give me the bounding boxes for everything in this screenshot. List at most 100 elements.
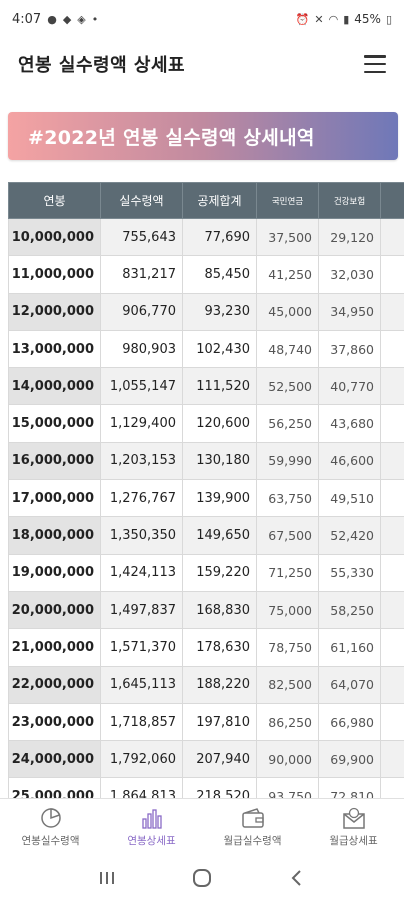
cell-total-deduction: 207,940	[182, 740, 257, 779]
header-salary: 연봉	[8, 182, 101, 219]
table-row: 24,000,0001,792,060207,94090,00069,9008,…	[8, 740, 404, 779]
cell-national-pension: 48,740	[256, 329, 319, 369]
cell-national-pension: 52,500	[256, 367, 319, 406]
nav-label: 월급실수령액	[223, 835, 282, 847]
cell-long-term-care: 4,6	[380, 329, 404, 369]
cell-national-pension: 82,500	[256, 665, 319, 704]
cell-salary: 24,000,000	[8, 740, 101, 779]
cell-total-deduction: 178,630	[182, 628, 257, 667]
status-right: ⏰ ✕ ◠ ▮ 45% ▯	[296, 12, 392, 26]
cell-net-pay: 1,571,370	[100, 628, 183, 667]
cell-health-insurance: 55,330	[318, 553, 381, 592]
cell-salary: 16,000,000	[8, 441, 101, 481]
cell-total-deduction: 159,220	[182, 553, 257, 592]
table-row: 12,000,000906,77093,23045,00034,9504,2	[8, 292, 404, 331]
cell-total-deduction: 102,430	[182, 329, 257, 369]
cell-national-pension: 67,500	[256, 516, 319, 555]
cell-total-deduction: 111,520	[182, 367, 257, 406]
cell-salary: 25,000,000	[8, 777, 101, 800]
cell-total-deduction: 139,900	[182, 479, 257, 518]
page-title: 연봉 실수령액 상세표	[18, 55, 186, 76]
table-row: 11,000,000831,21785,45041,25032,0303,9	[8, 255, 404, 294]
cell-long-term-care: 8,5	[380, 740, 404, 779]
cell-health-insurance: 52,420	[318, 516, 381, 555]
battery-level: 45%	[354, 12, 381, 26]
cell-national-pension: 45,000	[256, 292, 319, 331]
header-total-deduction: 공제합계	[182, 182, 257, 219]
table-header-row: 연봉 실수령액 공제합계 국민연금 건강보험 장기	[8, 182, 404, 219]
cell-total-deduction: 93,230	[182, 292, 257, 331]
cell-salary: 17,000,000	[8, 479, 101, 518]
cell-net-pay: 755,643	[100, 217, 183, 257]
nav-label: 연봉실수령액	[21, 835, 80, 847]
table-row: 16,000,0001,203,153130,18059,99046,6005,…	[8, 441, 404, 481]
wifi-icon: ◠	[328, 12, 339, 26]
cell-long-term-care: 3,5	[380, 217, 404, 257]
back-icon[interactable]	[282, 863, 312, 893]
recent-apps-icon[interactable]	[92, 863, 122, 893]
table-row: 20,000,0001,497,837168,83075,00058,2507,…	[8, 590, 404, 630]
nav-item-monthly-table[interactable]: 월급상세표	[303, 799, 404, 856]
cell-net-pay: 1,718,857	[100, 702, 183, 742]
cell-health-insurance: 66,980	[318, 702, 381, 742]
cell-net-pay: 1,864,813	[100, 777, 183, 800]
cell-health-insurance: 40,770	[318, 367, 381, 406]
cell-national-pension: 56,250	[256, 404, 319, 443]
cell-salary: 12,000,000	[8, 292, 101, 331]
cell-net-pay: 1,497,837	[100, 590, 183, 630]
table-row: 10,000,000755,64377,69037,50029,1203,5	[8, 217, 404, 257]
cell-long-term-care: 6,4	[380, 516, 404, 555]
cell-national-pension: 41,250	[256, 255, 319, 294]
nav-item-annual-net[interactable]: 연봉실수령액	[0, 799, 101, 856]
status-bar: 4:07 ● ◆ ◈ • ⏰ ✕ ◠ ▮ 45% ▯	[0, 0, 404, 38]
table-row: 25,000,0001,864,813218,52093,75072,8108,…	[8, 777, 404, 800]
nav-item-monthly-net[interactable]: 월급실수령액	[202, 799, 303, 856]
nav-label: 월급상세표	[329, 835, 378, 847]
banner-title: #2022년 연봉 실수령액 상세내역	[28, 126, 315, 149]
table-row: 21,000,0001,571,370178,63078,75061,1607,…	[8, 628, 404, 667]
shield-notification-icon: ◈	[77, 12, 86, 26]
cell-health-insurance: 43,680	[318, 404, 381, 443]
cell-net-pay: 1,203,153	[100, 441, 183, 481]
cell-total-deduction: 197,810	[182, 702, 257, 742]
cell-long-term-care: 7,5	[380, 628, 404, 667]
chat-notification-icon: ●	[47, 12, 57, 26]
salary-table: 연봉 실수령액 공제합계 국민연금 건강보험 장기 10,000,000755,…	[8, 182, 404, 800]
home-icon[interactable]	[187, 863, 217, 893]
cell-total-deduction: 218,520	[182, 777, 257, 800]
header-long-term-care: 장기	[380, 182, 404, 219]
cell-long-term-care: 3,9	[380, 255, 404, 294]
cell-health-insurance: 72,810	[318, 777, 381, 800]
table-row: 18,000,0001,350,350149,65067,50052,4206,…	[8, 516, 404, 555]
cell-health-insurance: 69,900	[318, 740, 381, 779]
cell-national-pension: 37,500	[256, 217, 319, 257]
wallet-icon	[241, 807, 265, 829]
table-row: 17,000,0001,276,767139,90063,75049,5106,…	[8, 479, 404, 518]
nav-item-annual-table[interactable]: 연봉상세표	[101, 799, 202, 856]
hamburger-menu-icon[interactable]	[364, 55, 386, 73]
cell-total-deduction: 149,650	[182, 516, 257, 555]
cell-health-insurance: 34,950	[318, 292, 381, 331]
cell-salary: 13,000,000	[8, 329, 101, 369]
envelope-icon	[342, 807, 366, 829]
table-row: 19,000,0001,424,113159,22071,25055,3306,…	[8, 553, 404, 592]
cell-total-deduction: 77,690	[182, 217, 257, 257]
cell-long-term-care: 8,9	[380, 777, 404, 800]
cell-health-insurance: 32,030	[318, 255, 381, 294]
header-national-pension: 국민연금	[256, 182, 319, 219]
header-health-insurance: 건강보험	[318, 182, 381, 219]
salary-table-container[interactable]: 연봉 실수령액 공제합계 국민연금 건강보험 장기 10,000,000755,…	[8, 182, 404, 800]
cell-salary: 23,000,000	[8, 702, 101, 742]
dot-notification-icon: •	[91, 12, 99, 26]
cell-national-pension: 86,250	[256, 702, 319, 742]
cell-net-pay: 1,129,400	[100, 404, 183, 443]
cell-long-term-care: 7,8	[380, 665, 404, 704]
cell-net-pay: 980,903	[100, 329, 183, 369]
cell-net-pay: 1,645,113	[100, 665, 183, 704]
status-time: 4:07	[12, 11, 42, 27]
cell-salary: 18,000,000	[8, 516, 101, 555]
mute-icon: ✕	[314, 12, 324, 26]
cell-long-term-care: 7,1	[380, 590, 404, 630]
cell-net-pay: 906,770	[100, 292, 183, 331]
cell-salary: 21,000,000	[8, 628, 101, 667]
